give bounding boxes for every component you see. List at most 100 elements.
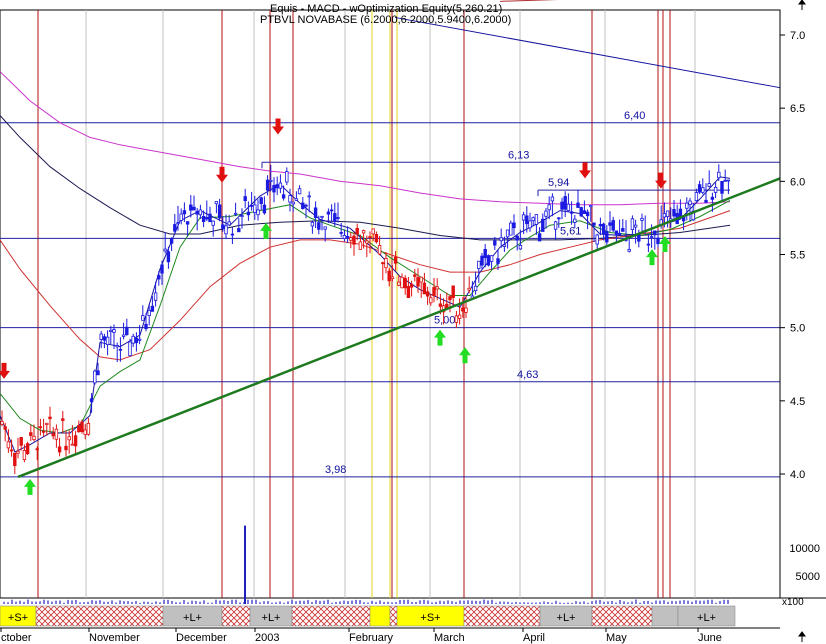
- candle-body: [640, 217, 644, 221]
- signal-band-12: [651, 605, 679, 627]
- candle-body: [189, 204, 193, 211]
- candle-body: [541, 218, 545, 232]
- candle-body: [557, 217, 561, 220]
- candle-body: [544, 210, 548, 217]
- month-label-7: May: [606, 632, 627, 644]
- candle-body: [726, 179, 731, 182]
- candle-body: [307, 195, 311, 198]
- candle-body: [425, 291, 430, 297]
- signal-band-label-4: +L+: [262, 612, 281, 624]
- candle-body: [630, 218, 635, 231]
- level-label-5: 4,63: [517, 369, 538, 381]
- candle-body: [163, 248, 167, 252]
- candle-body: [179, 213, 183, 221]
- candle-body: [182, 210, 187, 215]
- candle-body: [198, 209, 203, 216]
- level-label-0: 6,40: [624, 110, 645, 122]
- candle-body: [240, 215, 244, 218]
- candle-body: [77, 425, 81, 433]
- candle-body: [672, 208, 676, 217]
- candle-body: [288, 195, 292, 203]
- candle-body: [173, 224, 177, 232]
- candle-body: [64, 445, 68, 451]
- signal-band-5: [291, 605, 371, 627]
- candle-body: [416, 277, 420, 287]
- price-tick-label-3: 5.5: [790, 250, 805, 262]
- candle-body: [515, 235, 519, 241]
- candle-body: [41, 430, 46, 433]
- candle-body: [195, 210, 199, 215]
- chart: 6,406,135,945,615,004,633,98 +S+ +L+ +L+ +S…: [0, 0, 826, 644]
- candle-body: [720, 180, 724, 194]
- volume-tick-label-1: 5000: [796, 571, 820, 583]
- candle-body: [275, 184, 279, 189]
- candle-body: [553, 221, 558, 230]
- candle-body: [582, 210, 587, 214]
- candle-body: [16, 450, 20, 454]
- candle-body: [38, 426, 43, 429]
- candle-body: [224, 225, 228, 235]
- price-tick-label-1: 6.5: [790, 103, 805, 115]
- candle-body: [701, 187, 705, 193]
- candle-body: [374, 233, 379, 243]
- candle-body: [429, 297, 433, 304]
- candle-body: [585, 211, 590, 217]
- candle-body: [19, 436, 23, 446]
- candle-body: [489, 255, 494, 262]
- candle-body: [141, 315, 145, 321]
- candle-body: [294, 198, 299, 201]
- candle-body: [710, 196, 715, 200]
- candle-body: [157, 275, 161, 280]
- candle-body: [230, 233, 235, 236]
- candle-body: [326, 211, 331, 215]
- candle-body: [435, 286, 439, 290]
- candle-body: [521, 214, 526, 221]
- candle-body: [317, 222, 321, 230]
- candle-body: [35, 448, 39, 451]
- candle-body: [150, 305, 155, 312]
- candle-body: [653, 230, 657, 236]
- candle-body: [73, 435, 78, 447]
- candle-body: [355, 227, 359, 235]
- candle-body: [678, 208, 683, 218]
- candle-body: [569, 211, 574, 214]
- candle-body: [333, 213, 337, 223]
- candle-body: [137, 338, 142, 341]
- candle-body: [499, 237, 503, 242]
- candle-body: [269, 179, 273, 182]
- candle-body: [649, 236, 654, 238]
- candle-body: [509, 222, 513, 236]
- candle-body: [352, 235, 356, 245]
- candle-body: [589, 204, 593, 208]
- candle-body: [713, 186, 718, 193]
- candle-body: [25, 443, 30, 455]
- candle-body: [451, 285, 455, 298]
- candle: [25, 441, 30, 455]
- candle-body: [67, 436, 71, 441]
- candle-body: [592, 222, 596, 226]
- signal-band-7: [389, 605, 398, 627]
- candle-body: [365, 240, 369, 244]
- candle-body: [262, 204, 267, 214]
- candle-body: [329, 209, 334, 212]
- price-axis: 7.0 6.5 6.0 5.5 5.0 4.5 4.0 10000 5000 x100: [779, 0, 820, 642]
- candle-body: [566, 203, 571, 211]
- signal-bands: +S+ +L+ +L+ +S+ +L+ +L+: [0, 605, 736, 627]
- candle-body: [381, 262, 385, 265]
- month-label-3: 2003: [255, 632, 279, 644]
- candle-body: [160, 264, 164, 274]
- candle-body: [128, 341, 132, 357]
- month-label-6: April: [523, 632, 545, 644]
- candle-body: [358, 241, 363, 250]
- candle-body: [61, 418, 65, 421]
- candle-body: [608, 222, 612, 226]
- candle-body: [397, 281, 401, 286]
- candle-body: [390, 276, 395, 279]
- price-tick-label-4: 5.0: [790, 323, 805, 335]
- candle-body: [685, 202, 689, 209]
- candle-body: [121, 334, 126, 337]
- candle-body: [22, 450, 27, 461]
- candle-body: [86, 422, 91, 435]
- candle-body: [144, 323, 148, 330]
- candle-body: [461, 307, 465, 312]
